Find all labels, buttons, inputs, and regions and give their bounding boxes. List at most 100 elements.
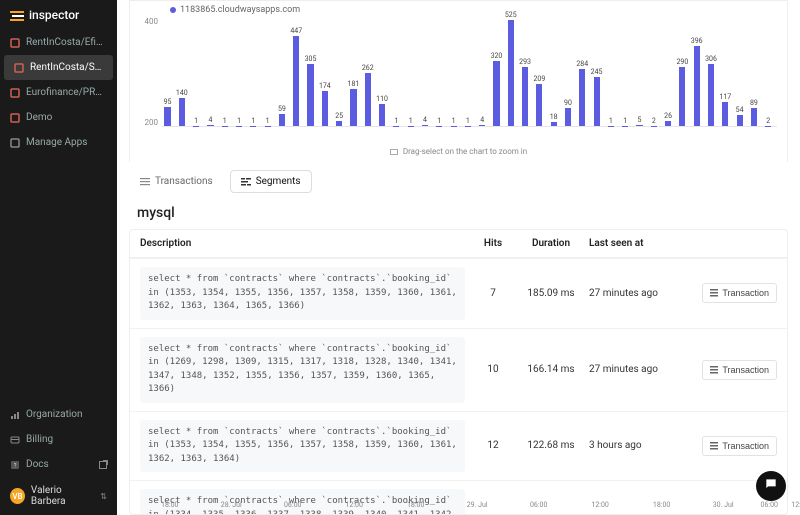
chart-bar[interactable]: 305 [307,64,313,126]
external-link-icon [99,461,107,469]
chart-bar[interactable]: 18 [551,122,557,126]
bar-value-label: 95 [164,98,172,106]
chart-hint-text: Drag-select on the chart to zoom in [403,147,527,156]
billing-icon [10,435,20,445]
col-duration: Duration [521,238,581,249]
sidebar-item-0[interactable]: RentInCosta/Efisio [0,30,117,55]
chart-bar[interactable]: 4 [207,125,213,126]
bar-value-label: 2 [652,117,656,125]
sidebar-item-1[interactable]: RentInCosta/Sorr... [4,55,113,80]
chart-bar[interactable]: 117 [722,102,728,126]
docs-icon: ? [10,460,20,470]
tabs: Transactions Segments [117,162,800,201]
sidebar-item-4[interactable]: Manage Apps [0,130,117,155]
chart-card: 1183865.cloudwaysapps.com 400200 9514014… [129,0,788,162]
chart-plot[interactable]: 9514014111159447305174251812621101141114… [162,15,777,127]
sidebar-item-label: RentInCosta/Sorr... [30,62,103,73]
cell-description: select * from `contracts` where `contrac… [140,337,465,403]
query-text[interactable]: select * from `contracts` where `contrac… [140,337,465,403]
chart-bar[interactable]: 290 [679,67,685,126]
user-menu[interactable]: VB Valerio Barbera ⇅ [0,477,117,515]
chart-bar[interactable]: 262 [365,73,371,126]
cell-action: Transaction [687,283,777,303]
cell-hits: 7 [473,288,513,299]
chart-bar[interactable]: 25 [336,121,342,126]
inspector-logo-icon [10,10,24,20]
bar-value-label: 290 [677,58,689,66]
bar-value-label: 1 [194,117,198,125]
bar-value-label: 1 [394,117,398,125]
sidebar-item-label: RentInCosta/Efisio [26,37,107,48]
bar-value-label: 174 [319,82,331,90]
chart-bar[interactable]: 447 [293,36,299,126]
chart-bar[interactable]: 174 [322,91,328,126]
cell-duration: 185.09 ms [521,288,581,299]
chart-bar[interactable]: 396 [694,46,700,126]
bottom-nav-item-docs[interactable]: ? Docs [0,452,117,477]
chart-bar[interactable]: 26 [665,121,671,126]
table-row: select * from `contracts` where `contrac… [130,328,787,411]
segments-icon [241,178,251,186]
chart-bar[interactable]: 54 [737,115,743,126]
bottom-nav-item-organization[interactable]: Organization [0,402,117,427]
bar-value-label: 1 [466,117,470,125]
chart-bar[interactable]: 140 [179,98,185,126]
cell-duration: 122.68 ms [521,440,581,451]
transaction-button[interactable]: Transaction [702,436,777,456]
bar-value-label: 4 [423,116,427,124]
chat-fab-button[interactable] [756,471,786,501]
bar-value-label: 525 [505,11,517,19]
transaction-button[interactable]: Transaction [702,360,777,380]
bar-value-label: 1 [223,117,227,125]
transaction-button[interactable]: Transaction [702,283,777,303]
sidebar-item-label: Manage Apps [26,137,87,148]
bar-value-label: 447 [290,27,302,35]
tab-segments[interactable]: Segments [230,170,312,193]
cell-hits: 10 [473,364,513,375]
table-row: select * from `contracts` where `contrac… [130,258,787,328]
bar-value-label: 181 [348,80,360,88]
chart-bar[interactable]: 284 [579,69,585,126]
query-text[interactable]: select * from `contracts` where `contrac… [140,420,465,473]
chart-bar[interactable]: 181 [350,89,356,126]
tab-transactions[interactable]: Transactions [129,170,224,193]
chart-bar[interactable]: 89 [751,108,757,126]
brand-logo[interactable]: inspector [0,0,117,30]
col-hits: Hits [473,238,513,249]
section-title: mysql [117,201,800,229]
sidebar-item-2[interactable]: Eurofinance/PROD [0,80,117,105]
chart-area[interactable]: 400200 951401411115944730517425181262110… [140,15,777,145]
chart-bar[interactable]: 5 [636,125,642,126]
cell-duration: 166.14 ms [521,364,581,375]
chart-bar[interactable]: 59 [279,114,285,126]
chart-bar[interactable]: 110 [379,104,385,126]
stack-icon [710,289,718,297]
bar-value-label: 209 [533,75,545,83]
list-icon [140,178,150,186]
transaction-button-label: Transaction [722,441,769,451]
query-text[interactable]: select * from `contracts` where `contrac… [140,267,465,320]
chart-bar[interactable]: 4 [422,125,428,126]
bar-value-label: 293 [519,58,531,66]
table-row: select * from `contracts` where `contrac… [130,411,787,481]
project-icon [10,88,20,98]
chart-bar[interactable]: 306 [708,64,714,126]
x-tick: 18:00 [161,501,178,509]
tab-label: Segments [256,176,301,187]
chart-legend[interactable]: 1183865.cloudwaysapps.com [140,5,777,15]
bar-value-label: 89 [750,99,758,107]
chart-bar[interactable]: 4 [479,125,485,126]
chart-bar[interactable]: 320 [493,61,499,126]
chart-bar[interactable]: 209 [536,84,542,126]
project-nav: RentInCosta/Efisio RentInCosta/Sorr... Eur… [0,30,117,155]
chart-bar[interactable]: 525 [508,20,514,126]
chart-bar[interactable]: 245 [594,77,600,126]
sidebar-item-3[interactable]: Demo [0,105,117,130]
chart-bar[interactable]: 293 [522,67,528,126]
chart-bar[interactable]: 95 [164,107,170,126]
bar-value-label: 1 [237,117,241,125]
chart-x-axis: 18:0028. Jul06:0012:0018:0029. Jul06:001… [139,497,800,515]
bottom-nav-label: Docs [26,459,49,470]
chart-bar[interactable]: 90 [565,108,571,126]
bottom-nav-item-billing[interactable]: Billing [0,427,117,452]
